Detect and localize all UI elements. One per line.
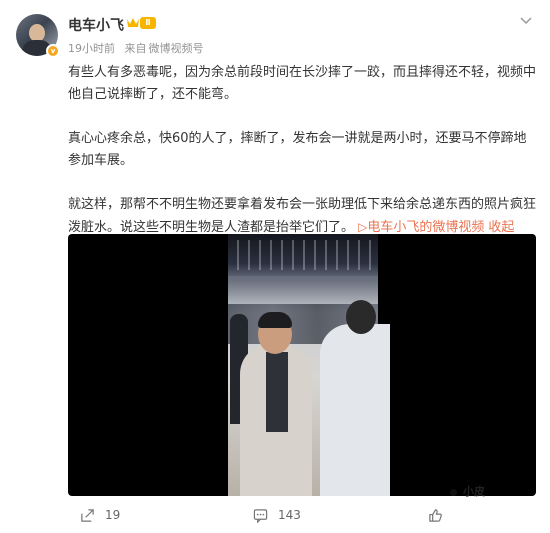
- comment-icon: [253, 508, 268, 523]
- comment-count: 143: [278, 508, 301, 522]
- post-time[interactable]: 19小时前: [68, 42, 115, 55]
- source-prefix: 来自: [124, 42, 147, 55]
- action-bar: 19 143: [0, 500, 550, 528]
- video-right-person: [320, 324, 390, 496]
- verified-badge: v: [46, 44, 60, 58]
- share-button[interactable]: 19: [80, 506, 120, 524]
- video-right-head: [346, 300, 376, 334]
- video-link-icon: ▷: [358, 220, 368, 234]
- video-man-hair: [258, 312, 292, 328]
- post-meta: 19小时前 来自 微博视频号: [68, 40, 210, 56]
- share-count: 19: [105, 508, 121, 522]
- crown-icon: [127, 18, 139, 27]
- comment-button[interactable]: 143: [253, 506, 301, 524]
- share-icon: [81, 508, 94, 522]
- username[interactable]: 电车小飞: [68, 15, 124, 35]
- like-icon: [429, 508, 442, 522]
- video-frame: [228, 234, 390, 496]
- post-source[interactable]: 微博视频号: [149, 42, 204, 55]
- watermark-dot: [450, 488, 457, 496]
- chevron-down-icon[interactable]: [520, 16, 532, 26]
- level-badge: Ⅱ: [140, 17, 156, 29]
- post-body: 有些人有多恶毒呢，因为余总前段时间在长沙摔了一跤，而且摔得还不轻，视频中他自己说…: [68, 62, 538, 239]
- video-lights: [228, 240, 378, 270]
- post-paragraph: 有些人有多恶毒呢，因为余总前段时间在长沙摔了一跤，而且摔得还不轻，视频中他自己说…: [68, 65, 537, 102]
- collapse-link[interactable]: 收起: [488, 220, 514, 235]
- watermark: 小皮: [450, 483, 485, 499]
- watermark-text: 小皮: [463, 485, 485, 498]
- video-link[interactable]: 电车小飞的微博视频: [367, 220, 484, 235]
- video-man-shirt: [266, 352, 288, 432]
- video-player[interactable]: [68, 234, 536, 496]
- like-button[interactable]: [428, 506, 453, 524]
- post-paragraph: 真心心疼余总，快60的人了，摔断了，发布会一讲就是两小时，还要马不停蹄地参加车展…: [68, 131, 527, 168]
- post-paragraph: 就这样，那帮不不明生物还要拿着发布会一张助理低下来给余总递东西的照片疯狂泼脏水。…: [68, 194, 538, 239]
